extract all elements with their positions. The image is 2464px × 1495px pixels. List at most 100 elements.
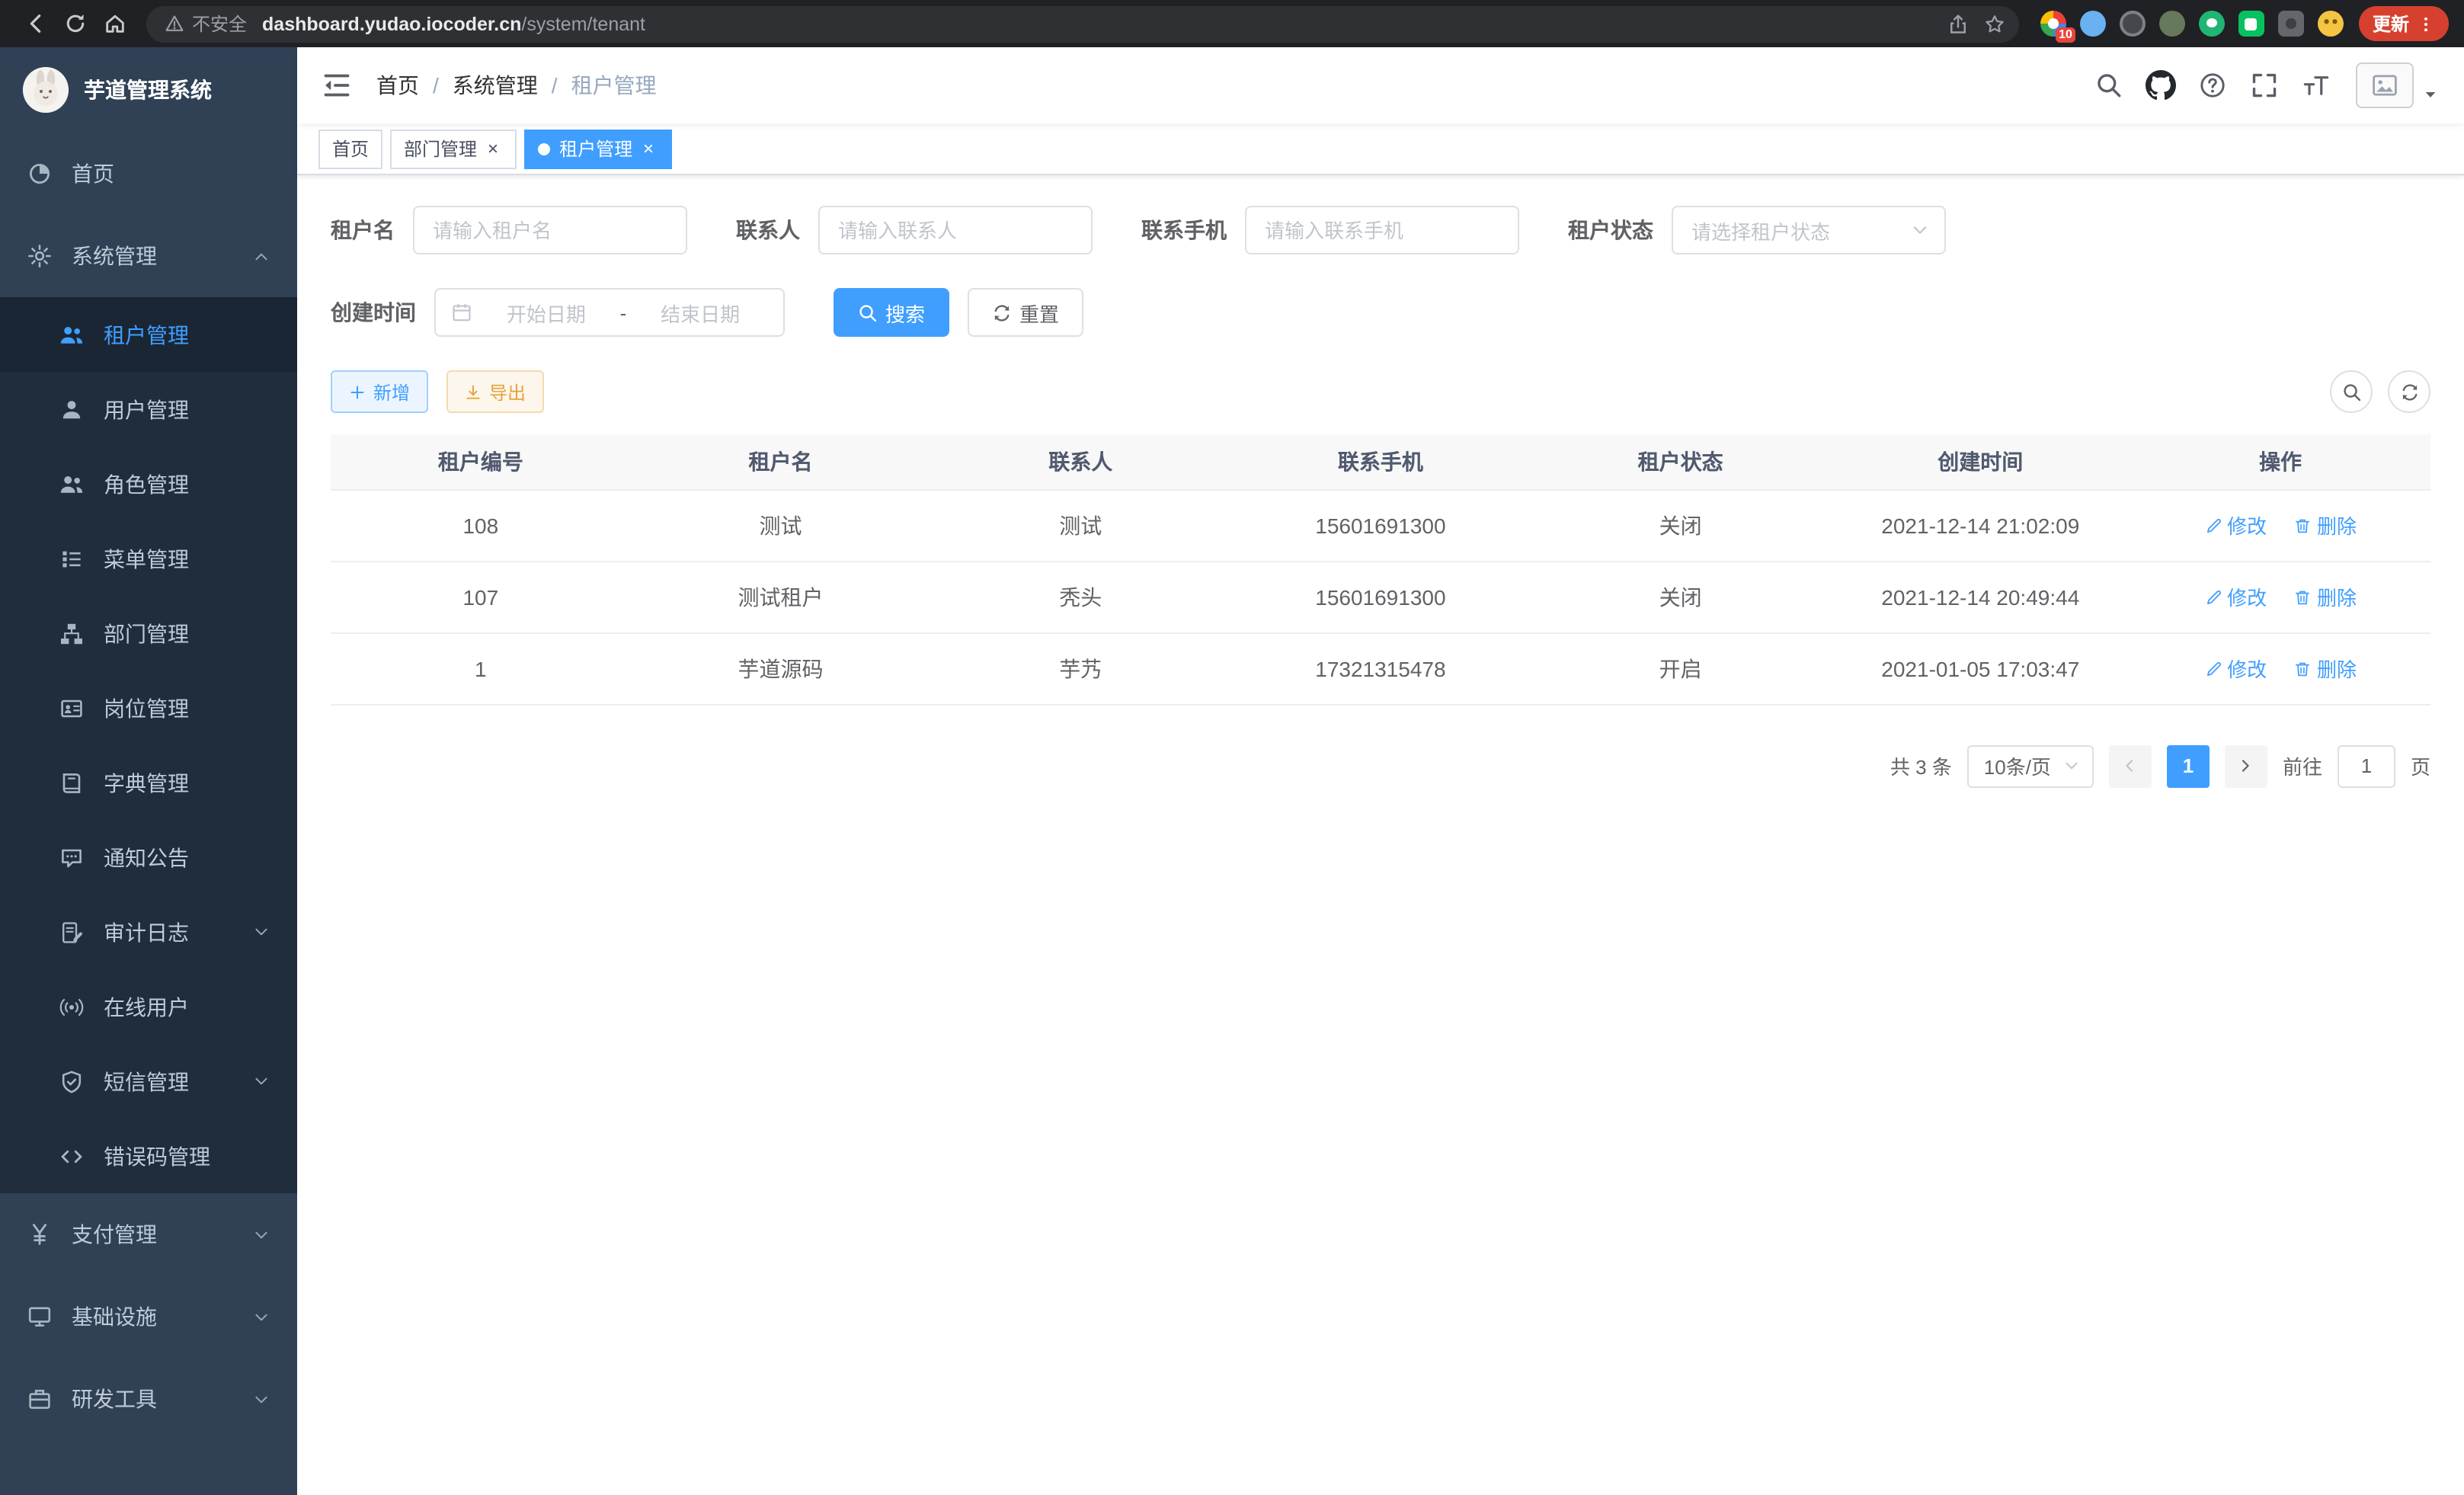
security-label: 不安全: [192, 11, 247, 37]
tenant-table: 租户编号 租户名 联系人 联系手机 租户状态 创建时间 操作 108 测试: [331, 434, 2430, 705]
extension-icon-4[interactable]: [2159, 11, 2185, 37]
plus-icon: [349, 383, 366, 400]
cell-tenant-id: 1: [331, 632, 631, 704]
menu-list-icon: [59, 546, 84, 571]
help-button[interactable]: [2188, 61, 2237, 110]
tenant-name-input[interactable]: [413, 206, 687, 255]
chevron-down-icon: [253, 1308, 270, 1325]
tab-dept-management[interactable]: 部门管理: [390, 129, 517, 168]
cell-status: 开启: [1531, 632, 1831, 704]
sidebar-item-dict-management[interactable]: 字典管理: [0, 745, 297, 820]
delete-link[interactable]: 删除: [2294, 654, 2357, 683]
create-time-range-picker[interactable]: 开始日期 - 结束日期: [434, 288, 785, 337]
sidebar-item-user-management[interactable]: 用户管理: [0, 372, 297, 447]
toggle-search-button[interactable]: [2330, 370, 2373, 413]
refresh-table-button[interactable]: [2388, 370, 2430, 413]
edit-link[interactable]: 修改: [2204, 582, 2267, 611]
export-button[interactable]: 导出: [446, 370, 544, 413]
sidebar-item-sms-management[interactable]: 短信管理: [0, 1044, 297, 1119]
security-chip[interactable]: 不安全: [165, 11, 247, 37]
goto-page-input[interactable]: [2338, 744, 2395, 787]
next-page-button[interactable]: [2225, 744, 2267, 787]
cell-created-at: 2021-01-05 17:03:47: [1830, 632, 2130, 704]
phone-label: 联系手机: [1141, 215, 1227, 245]
phone-input[interactable]: [1245, 206, 1519, 255]
tenant-status-select[interactable]: 请选择租户状态: [1672, 206, 1946, 255]
sidebar-item-error-code-management[interactable]: 错误码管理: [0, 1119, 297, 1193]
delete-link[interactable]: 删除: [2294, 511, 2357, 539]
breadcrumb-home[interactable]: 首页: [376, 70, 419, 101]
cell-actions: 修改 删除: [2130, 489, 2430, 561]
chrome-update-button[interactable]: 更新: [2359, 6, 2449, 41]
extension-icon-8[interactable]: [2318, 11, 2344, 37]
tabs-bar: 首页 部门管理 租户管理: [297, 123, 2464, 175]
add-button[interactable]: 新增: [331, 370, 428, 413]
contact-label: 联系人: [736, 215, 800, 245]
sidebar-item-notice[interactable]: 通知公告: [0, 820, 297, 895]
refresh-icon: [2399, 382, 2419, 402]
breadcrumb-current: 租户管理: [571, 70, 657, 101]
delete-link[interactable]: 删除: [2294, 582, 2357, 611]
edit-link[interactable]: 修改: [2204, 654, 2267, 683]
sidebar-item-dev-tools[interactable]: 研发工具: [0, 1358, 297, 1440]
extension-icon-5[interactable]: [2199, 11, 2225, 37]
github-button[interactable]: [2136, 61, 2185, 110]
avatar[interactable]: [2356, 62, 2414, 108]
extension-icon-3[interactable]: [2120, 11, 2146, 37]
error-code-icon: [59, 1144, 84, 1168]
url-text: dashboard.yudao.iocoder.cn/system/tenant: [262, 13, 1940, 34]
browser-back-button[interactable]: [15, 4, 55, 43]
search-icon: [2341, 382, 2361, 402]
status-placeholder: 请选择租户状态: [1691, 216, 1911, 245]
reset-button[interactable]: 重置: [968, 288, 1083, 337]
kebab-menu-icon: [2417, 14, 2435, 33]
browser-reload-button[interactable]: [55, 4, 94, 43]
header-search-button[interactable]: [2085, 61, 2133, 110]
date-separator: -: [614, 301, 633, 324]
app-logo[interactable]: 芋道管理系统: [0, 47, 297, 133]
cell-tenant-id: 107: [331, 561, 631, 632]
extension-icon-6[interactable]: [2238, 11, 2264, 37]
sidebar-item-home[interactable]: 首页: [0, 133, 297, 215]
sidebar-item-infrastructure[interactable]: 基础设施: [0, 1276, 297, 1358]
fullscreen-button[interactable]: [2240, 61, 2289, 110]
extension-icon-2[interactable]: [2080, 11, 2106, 37]
contact-input[interactable]: [818, 206, 1093, 255]
sidebar-item-role-management[interactable]: 角色管理: [0, 447, 297, 521]
sidebar-item-dept-management[interactable]: 部门管理: [0, 596, 297, 671]
tab-close-icon[interactable]: [638, 139, 658, 158]
trash-icon: [2294, 659, 2312, 677]
sidebar-toggle-button[interactable]: [322, 70, 352, 101]
browser-home-button[interactable]: [94, 4, 134, 43]
address-bar[interactable]: 不安全 dashboard.yudao.iocoder.cn/system/te…: [146, 5, 2019, 42]
tab-tenant-management[interactable]: 租户管理: [524, 129, 672, 168]
share-button[interactable]: [1940, 5, 1976, 42]
share-icon: [1947, 13, 1969, 34]
cell-phone: 15601691300: [1230, 561, 1531, 632]
sidebar-item-tenant-management[interactable]: 租户管理: [0, 297, 297, 372]
user-menu-caret[interactable]: [2421, 85, 2440, 104]
sidebar-item-payment-management[interactable]: 支付管理: [0, 1193, 297, 1276]
tab-home[interactable]: 首页: [318, 129, 382, 168]
font-size-button[interactable]: [2292, 61, 2341, 110]
bookmark-button[interactable]: [1976, 5, 2013, 42]
edit-link[interactable]: 修改: [2204, 511, 2267, 539]
page-size-select[interactable]: 10条/页: [1967, 744, 2094, 787]
goto-label: 前往: [2283, 751, 2322, 780]
sidebar-item-system-management[interactable]: 系统管理: [0, 215, 297, 297]
search-button[interactable]: 搜索: [834, 288, 949, 337]
col-tenant-id: 租户编号: [331, 434, 631, 489]
sidebar-item-audit-log[interactable]: 审计日志: [0, 895, 297, 969]
prev-page-button[interactable]: [2109, 744, 2152, 787]
sidebar-item-online-users[interactable]: 在线用户: [0, 969, 297, 1044]
sidebar-item-post-management[interactable]: 岗位管理: [0, 671, 297, 745]
extension-icon-1[interactable]: 10: [2040, 11, 2066, 37]
sidebar-item-menu-management[interactable]: 菜单管理: [0, 521, 297, 596]
extension-icon-7[interactable]: [2278, 11, 2304, 37]
infra-monitor-icon: [27, 1305, 52, 1329]
breadcrumb-system[interactable]: 系统管理: [453, 70, 538, 101]
tab-close-icon[interactable]: [483, 139, 503, 158]
filter-row-1: 租户名 联系人 联系手机 租户状态 请选择租户状态: [331, 206, 2430, 255]
table-row: 108 测试 测试 15601691300 关闭 2021-12-14 21:0…: [331, 489, 2430, 561]
page-number-button[interactable]: 1: [2167, 744, 2210, 787]
